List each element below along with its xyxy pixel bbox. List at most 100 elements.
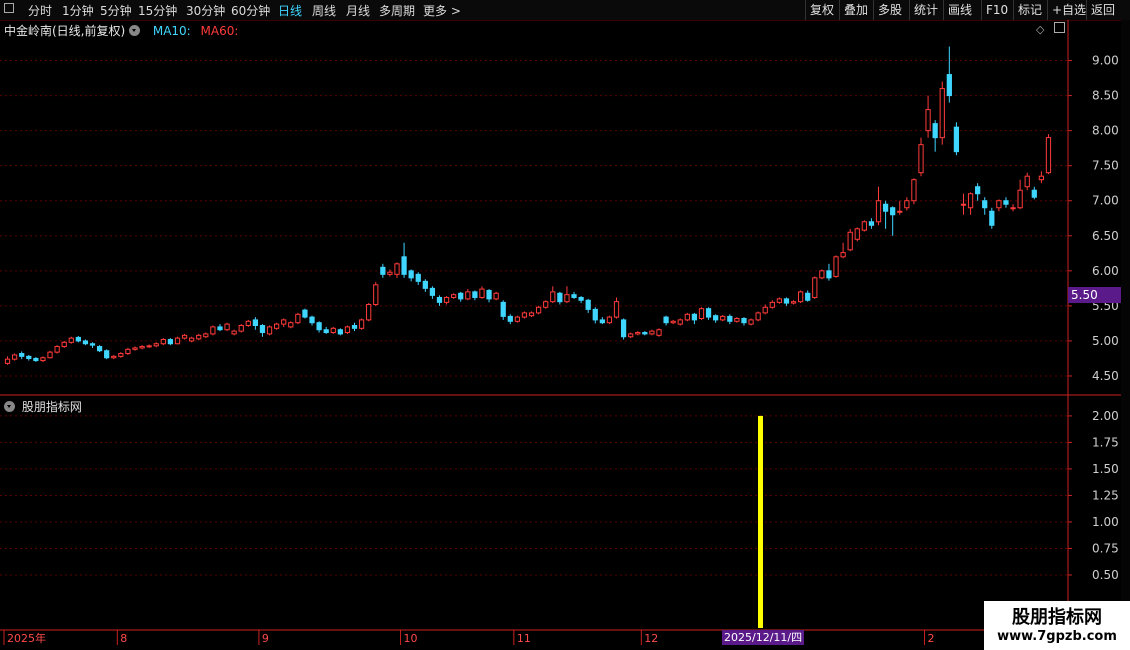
candle-body xyxy=(932,123,938,139)
candle xyxy=(890,206,896,236)
y-tick-label: 6.50 xyxy=(1092,229,1119,243)
candle xyxy=(4,356,11,365)
candle-body xyxy=(1045,137,1052,174)
candle-body xyxy=(677,319,683,325)
candle-body xyxy=(486,289,492,300)
candle xyxy=(925,95,931,138)
candle xyxy=(500,300,506,320)
candle xyxy=(819,269,825,280)
candle-body xyxy=(458,292,464,300)
diamond-icon[interactable]: ◇ xyxy=(1036,23,1044,36)
candle xyxy=(181,333,188,340)
candle xyxy=(713,314,719,323)
candle-body xyxy=(564,294,570,303)
period-tab-monthly[interactable]: 月线 xyxy=(346,2,370,19)
candle xyxy=(585,298,591,313)
candle-body xyxy=(635,332,641,335)
candle xyxy=(727,314,733,325)
period-tab-60min[interactable]: 60分钟 xyxy=(231,2,270,19)
candle-body xyxy=(755,312,761,321)
add-watchlist-button[interactable]: +自选 xyxy=(1047,0,1090,20)
candle-body xyxy=(82,340,89,345)
candle-body xyxy=(401,256,407,275)
candle xyxy=(104,349,110,360)
candle xyxy=(125,347,131,355)
candle-body xyxy=(812,277,818,298)
candle xyxy=(47,350,53,359)
candle xyxy=(118,352,124,358)
maximize-icon[interactable] xyxy=(1053,22,1065,33)
period-tab-daily[interactable]: 日线 xyxy=(278,2,302,19)
y-tick-label: 9.00 xyxy=(1092,54,1119,68)
candle-body xyxy=(132,347,138,350)
period-tab-multi[interactable]: 多周期 xyxy=(379,2,415,19)
period-tab-fenshi[interactable]: 分时 xyxy=(28,2,52,19)
price-chart[interactable]: 4.50 5.00 5.50 6.00 6.50 7.00 7.50 8.00 8.50 9.00… xyxy=(0,0,1130,650)
candle-body xyxy=(174,337,181,345)
stock-title[interactable]: 中金岭南(日线,前复权) xyxy=(4,24,125,38)
signal-bar xyxy=(758,415,763,628)
candle-body xyxy=(911,179,917,202)
period-tab-30min[interactable]: 30分钟 xyxy=(186,2,225,19)
candle-body xyxy=(337,329,343,335)
candle xyxy=(309,315,315,326)
candle xyxy=(231,329,237,336)
candle-body xyxy=(139,346,145,349)
candle-body xyxy=(323,329,329,334)
candle xyxy=(748,318,754,326)
dropdown-icon[interactable] xyxy=(4,401,15,412)
candle xyxy=(394,262,400,278)
candle xyxy=(797,290,804,304)
candle xyxy=(458,291,464,302)
candle-body xyxy=(40,357,46,362)
candle-body xyxy=(713,315,719,321)
candle-body xyxy=(628,333,634,338)
period-tab-15min[interactable]: 15分钟 xyxy=(138,2,177,19)
candle xyxy=(295,312,301,325)
candle xyxy=(571,291,577,299)
candle-body xyxy=(939,88,945,139)
y-tick-label: 7.50 xyxy=(1092,159,1119,173)
candle xyxy=(762,304,768,315)
period-tab-5min[interactable]: 5分钟 xyxy=(100,2,132,19)
f10-button[interactable]: F10 xyxy=(981,0,1012,20)
restore-rights-button[interactable]: 复权 xyxy=(805,0,838,20)
candle xyxy=(897,200,903,215)
candle xyxy=(677,318,683,326)
draw-line-button[interactable]: 画线 xyxy=(943,0,976,20)
candle-body xyxy=(882,203,889,212)
multi-stock-button[interactable]: 多股 xyxy=(873,0,906,20)
candle-body xyxy=(259,325,266,334)
period-tab-1min[interactable]: 1分钟 xyxy=(62,2,94,19)
period-tab-more[interactable]: 更多 > xyxy=(423,2,461,19)
right-side-strip xyxy=(1121,20,1130,630)
candle-body xyxy=(946,74,952,97)
candle-body xyxy=(366,303,372,321)
candle-body xyxy=(592,308,598,321)
candle xyxy=(401,242,407,278)
candle xyxy=(238,324,244,333)
current-price-tag: 5.50 xyxy=(1068,287,1121,303)
mark-button[interactable]: 标记 xyxy=(1013,0,1046,20)
panel-corner-icons: ◇ xyxy=(1036,22,1065,36)
candle-body xyxy=(875,200,882,223)
y-tick-label: 1.50 xyxy=(1092,462,1119,476)
candle xyxy=(33,357,39,362)
candle xyxy=(642,331,648,336)
period-tab-weekly[interactable]: 周线 xyxy=(312,2,336,19)
candle-body xyxy=(762,306,768,314)
dropdown-icon[interactable] xyxy=(129,25,141,36)
window-icon[interactable] xyxy=(4,3,14,13)
candle-body xyxy=(1038,175,1045,181)
candle-body xyxy=(61,341,67,348)
candle xyxy=(373,282,379,306)
back-button[interactable]: 返回 xyxy=(1086,0,1119,20)
candle xyxy=(564,286,570,304)
indicator-title[interactable]: 股朋指标网 xyxy=(22,400,82,414)
candle xyxy=(875,186,882,226)
candle-body xyxy=(210,326,216,335)
candle-body xyxy=(224,323,230,331)
overlay-button[interactable]: 叠加 xyxy=(839,0,872,20)
statistics-button[interactable]: 统计 xyxy=(909,0,942,20)
candle-body xyxy=(528,312,535,317)
